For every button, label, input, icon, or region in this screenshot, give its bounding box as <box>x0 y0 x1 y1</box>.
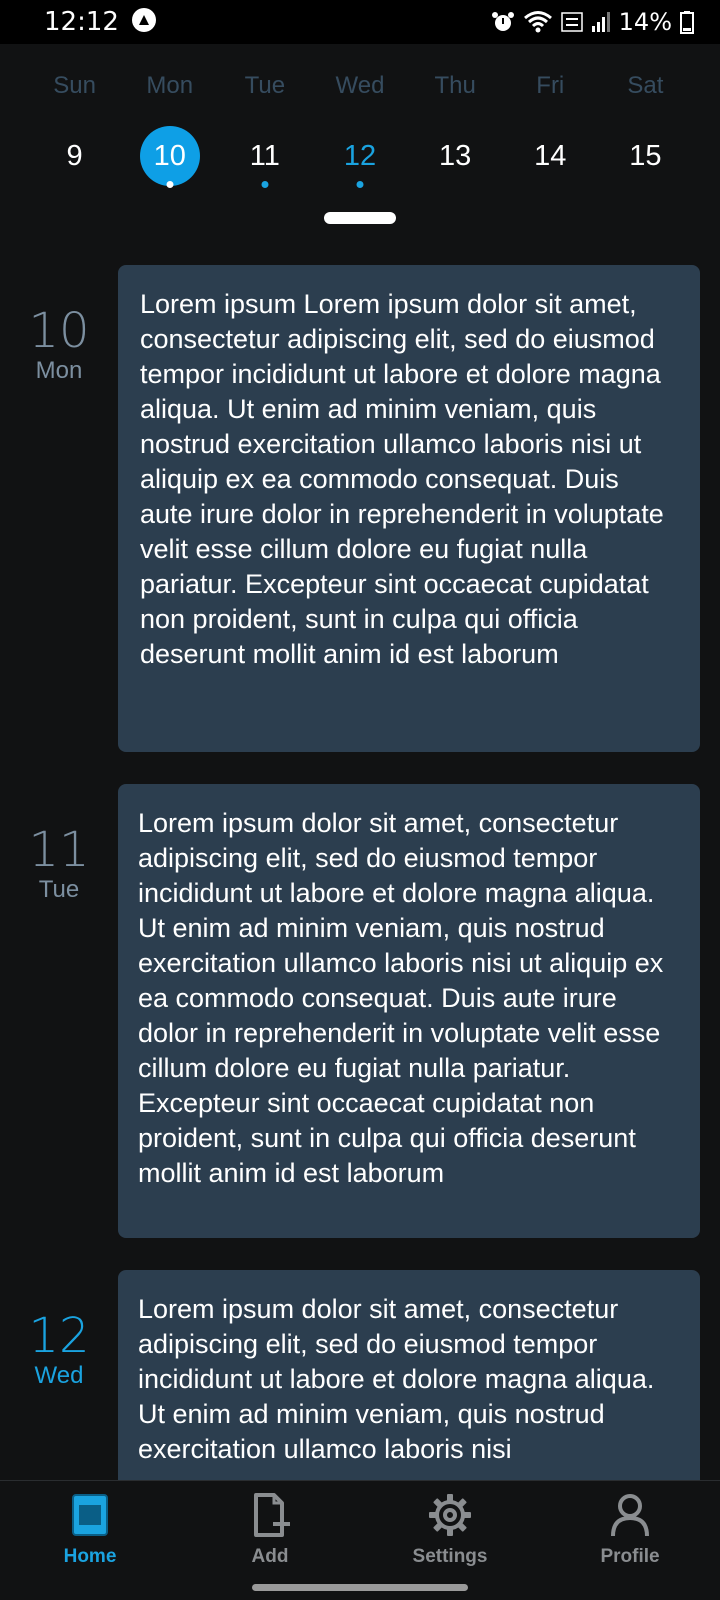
entry-card[interactable]: Lorem ipsum dolor sit amet, consectetur … <box>118 1270 700 1480</box>
alarm-icon <box>491 10 515 34</box>
entry-card[interactable]: Lorem ipsum Lorem ipsum dolor sit amet, … <box>118 265 700 752</box>
entry-text: Lorem ipsum dolor sit amet, consectetur … <box>138 1294 655 1464</box>
day-name-fri: Fri <box>536 72 565 99</box>
entry-day-of-week: Mon <box>35 357 83 384</box>
day-10-selected[interactable]: 10 <box>122 124 217 188</box>
entry-text: Lorem ipsum dolor sit amet, consectetur … <box>138 808 664 1188</box>
bottom-navigation: Home Add Settings Profile <box>0 1480 720 1577</box>
day-number: 10 <box>153 139 186 172</box>
day-name-sat: Sat <box>627 72 664 99</box>
journal-entries-list[interactable]: 10 Mon Lorem ipsum Lorem ipsum dolor sit… <box>0 234 720 1480</box>
day-number: 9 <box>66 139 83 172</box>
day-12-today[interactable]: 12 <box>312 124 407 188</box>
nav-label: Add <box>251 1546 289 1567</box>
signal-icon <box>591 11 611 33</box>
nav-label: Profile <box>600 1546 660 1567</box>
entry-date: 10 Mon <box>20 307 98 385</box>
entry-day-number: 12 <box>28 1308 90 1364</box>
day-15[interactable]: 15 <box>598 124 693 188</box>
day-number: 12 <box>343 139 377 172</box>
day-number: 11 <box>249 139 280 172</box>
day-name-mon: Mon <box>146 72 194 99</box>
journal-icon <box>70 1493 110 1542</box>
day-names-row: Sun Mon Tue Wed Thu Fri Sat <box>27 72 693 100</box>
status-time: 12:12 <box>44 7 119 37</box>
app-notification-icon <box>131 7 157 38</box>
entry-dot-indicator <box>261 181 269 188</box>
day-14[interactable]: 14 <box>503 124 598 188</box>
entry-date: 11 Tue <box>20 826 98 904</box>
day-name-sun: Sun <box>53 72 96 99</box>
day-number: 13 <box>439 139 472 172</box>
add-file-icon <box>250 1493 291 1542</box>
day-9[interactable]: 9 <box>27 124 122 188</box>
battery-icon <box>680 10 694 34</box>
gear-icon <box>428 1493 472 1542</box>
day-number: 14 <box>534 139 567 172</box>
battery-percent: 14% <box>618 8 672 36</box>
nav-settings[interactable]: Settings <box>360 1481 540 1577</box>
entry-day-of-week: Wed <box>34 1362 84 1389</box>
nav-home[interactable]: Home <box>0 1481 180 1577</box>
gesture-navigation-bar[interactable] <box>252 1584 468 1591</box>
nav-label: Home <box>63 1546 117 1567</box>
nav-add[interactable]: Add <box>180 1481 360 1577</box>
day-number: 15 <box>629 139 662 172</box>
day-name-thu: Thu <box>434 72 476 99</box>
entry-dot-indicator <box>166 181 174 188</box>
person-icon <box>610 1493 650 1542</box>
day-name-tue: Tue <box>244 72 286 99</box>
week-strip: Sun Mon Tue Wed Thu Fri Sat 9 10 11 12 1… <box>0 44 720 234</box>
volte-icon <box>560 10 583 34</box>
entry-text: Lorem ipsum Lorem ipsum dolor sit amet, … <box>140 289 664 669</box>
entry-dot-indicator <box>356 181 364 188</box>
nav-label: Settings <box>412 1546 488 1567</box>
status-bar: 12:12 14% <box>0 0 720 44</box>
entry-day-number: 11 <box>28 822 90 878</box>
week-expand-handle[interactable] <box>324 212 396 224</box>
day-name-wed: Wed <box>335 72 385 99</box>
entry-card[interactable]: Lorem ipsum dolor sit amet, consectetur … <box>118 784 700 1238</box>
day-11[interactable]: 11 <box>217 124 312 188</box>
wifi-icon <box>523 10 553 34</box>
entry-day-number: 10 <box>28 303 90 359</box>
entry-day-of-week: Tue <box>38 876 80 903</box>
entry-date: 12 Wed <box>20 1312 98 1390</box>
day-numbers-row: 9 10 11 12 13 14 15 <box>27 124 693 188</box>
day-13[interactable]: 13 <box>408 124 503 188</box>
nav-profile[interactable]: Profile <box>540 1481 720 1577</box>
